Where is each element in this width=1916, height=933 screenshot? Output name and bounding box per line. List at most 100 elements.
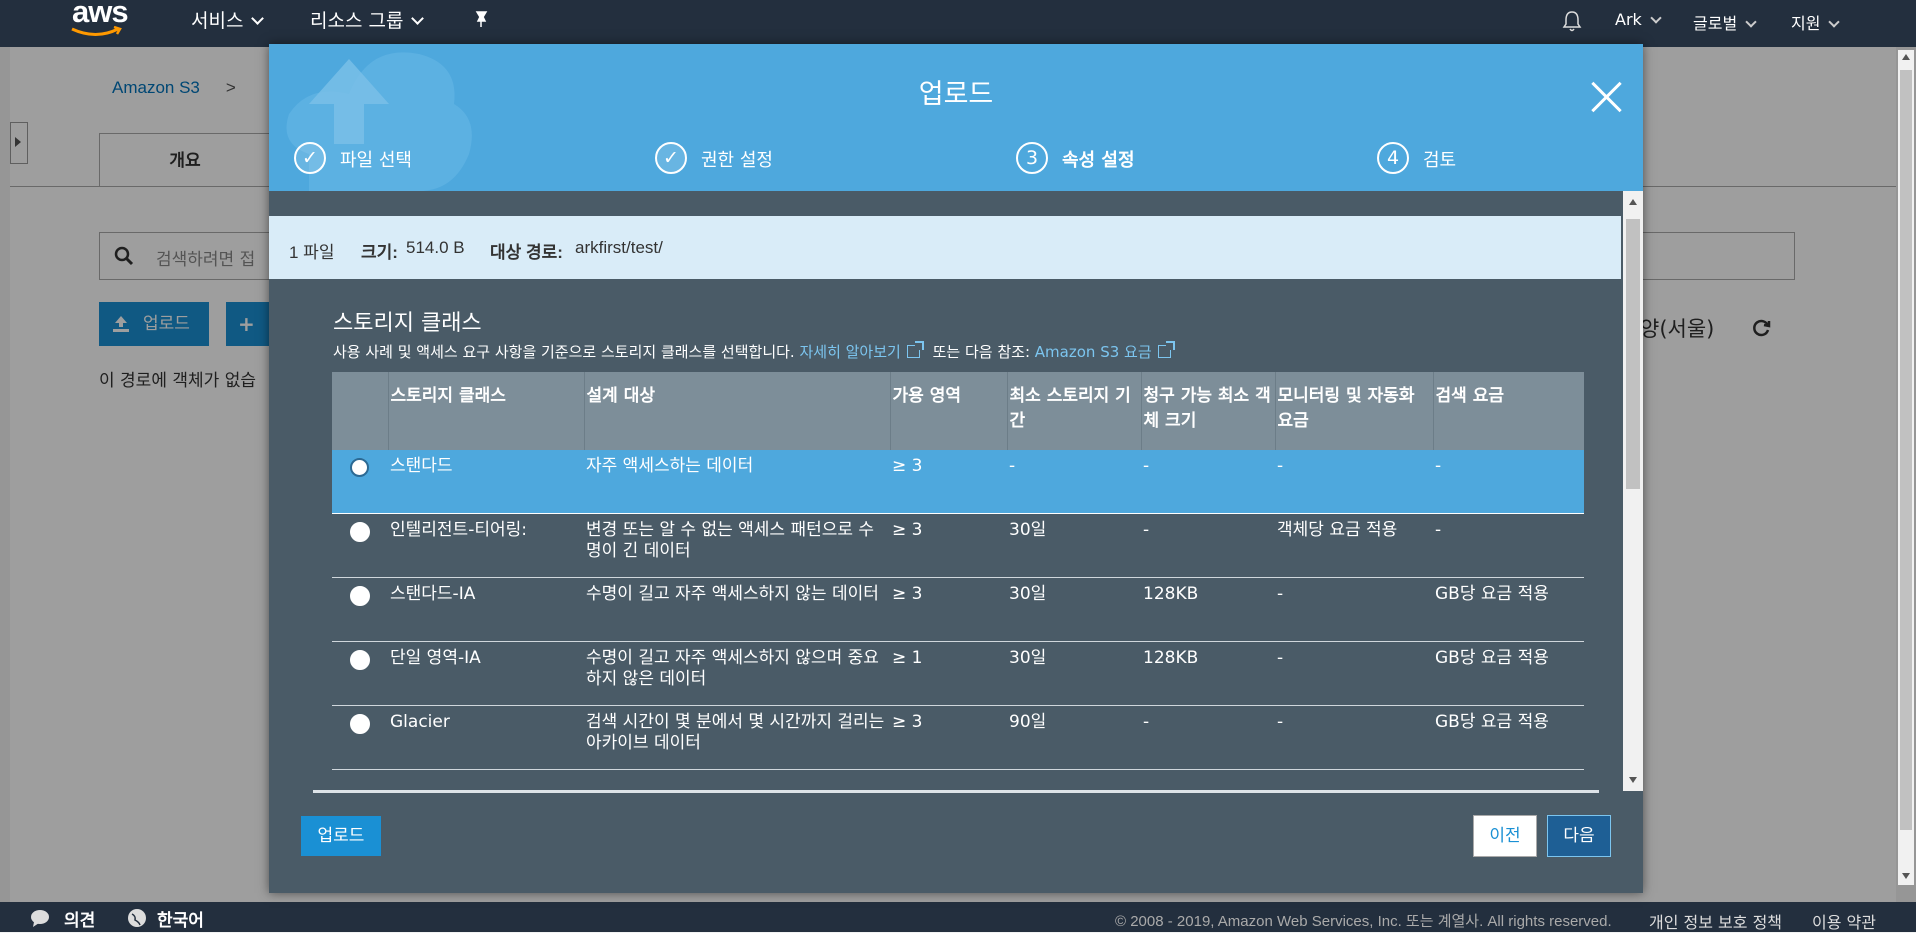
- scroll-down-icon[interactable]: [1629, 777, 1637, 783]
- table-cell: -: [1275, 577, 1433, 642]
- pricing-link[interactable]: Amazon S3 요금: [1035, 343, 1152, 361]
- feedback-link[interactable]: 의견: [64, 906, 95, 931]
- step-number-4: 4: [1377, 142, 1409, 174]
- chevron-down-icon: [411, 12, 425, 25]
- aws-logo[interactable]: aws: [70, 0, 129, 40]
- language-selector[interactable]: 한국어: [157, 906, 204, 931]
- radio-glacier[interactable]: [350, 714, 370, 734]
- table-cell: 128KB: [1141, 641, 1275, 706]
- scroll-up-icon[interactable]: [1902, 54, 1910, 60]
- destination-value: arkfirst/test/: [575, 238, 663, 257]
- close-icon[interactable]: [1589, 79, 1625, 115]
- radio-standard-ia[interactable]: [350, 586, 370, 606]
- modal-header: 업로드 ✓ 파일 선택 ✓ 권한 설정 3 속성 설정 4 검토: [269, 44, 1643, 191]
- table-cell: 30일: [1007, 577, 1141, 642]
- column-header-select: [332, 372, 388, 450]
- radio-one-zone-ia[interactable]: [350, 650, 370, 670]
- radio-standard[interactable]: [350, 458, 369, 477]
- table-cell: -: [1275, 450, 1433, 514]
- table-cell: -: [1275, 641, 1433, 706]
- table-cell: ≥ 1: [890, 641, 1007, 706]
- table-cell: 검색 시간이 몇 분에서 몇 시간까지 걸리는 아카이브 데이터: [584, 705, 890, 770]
- table-cell: -: [1141, 513, 1275, 578]
- modal-footer-divider: [313, 790, 1599, 793]
- table-row[interactable]: Glacier 검색 시간이 몇 분에서 몇 시간까지 걸리는 아카이브 데이터…: [332, 705, 1584, 770]
- table-cell: ≥ 3: [890, 705, 1007, 770]
- column-header: 스토리지 클래스: [387, 372, 584, 450]
- table-cell: 128KB: [1141, 577, 1275, 642]
- table-cell: 스탠다드-IA: [388, 577, 584, 642]
- storage-class-table: 스토리지 클래스 설계 대상 가용 영역 최소 스토리지 기간 청구 가능 최소…: [332, 372, 1584, 770]
- upload-submit-button[interactable]: 업로드: [301, 816, 381, 856]
- scroll-up-icon[interactable]: [1629, 199, 1637, 205]
- column-header: 가용 영역: [889, 372, 1007, 450]
- scroll-down-icon[interactable]: [1902, 873, 1910, 879]
- column-header: 검색 요금: [1432, 372, 1584, 450]
- page-footer: 의견 한국어 © 2008 - 2019, Amazon Web Service…: [0, 902, 1916, 932]
- table-cell: 변경 또는 알 수 없는 액세스 패턴으로 수명이 긴 데이터: [584, 513, 890, 578]
- modal-scrollbar[interactable]: [1623, 191, 1643, 791]
- table-cell: ≥ 3: [890, 513, 1007, 578]
- page-scrollbar-thumb[interactable]: [1900, 70, 1912, 830]
- size-label: 크기:: [361, 243, 398, 262]
- table-cell: 30일: [1007, 641, 1141, 706]
- table-header-row: 스토리지 클래스 설계 대상 가용 영역 최소 스토리지 기간 청구 가능 최소…: [332, 372, 1584, 450]
- account-menu[interactable]: Ark: [1615, 10, 1662, 29]
- table-cell: GB당 요금 적용: [1433, 641, 1584, 706]
- check-icon: ✓: [655, 142, 687, 174]
- chevron-down-icon: [1650, 12, 1662, 24]
- table-cell: -: [1433, 450, 1584, 514]
- support-menu[interactable]: 지원: [1791, 10, 1841, 34]
- chevron-down-icon: [1745, 16, 1757, 28]
- copyright-text: © 2008 - 2019, Amazon Web Services, Inc.…: [1115, 913, 1612, 930]
- table-cell: 객체당 요금 적용: [1275, 513, 1433, 578]
- table-cell: GB당 요금 적용: [1433, 577, 1584, 642]
- table-cell: ≥ 3: [890, 450, 1007, 514]
- column-header: 청구 가능 최소 객체 크기: [1140, 372, 1275, 450]
- table-cell: 30일: [1007, 513, 1141, 578]
- table-row[interactable]: 스탠다드-IA 수명이 길고 자주 액세스하지 않는 데이터 ≥ 3 30일 1…: [332, 577, 1584, 642]
- feedback-icon: [31, 910, 49, 927]
- file-count: 1 파일: [289, 243, 335, 262]
- aws-smile-icon: [71, 26, 122, 36]
- table-row[interactable]: 단일 영역-IA 수명이 길고 자주 액세스하지 않으며 중요하지 않은 데이터…: [332, 641, 1584, 706]
- size-value: 514.0 B: [406, 238, 465, 257]
- table-row[interactable]: 스탠다드 자주 액세스하는 데이터 ≥ 3 - - - -: [332, 450, 1584, 514]
- storage-class-description: 사용 사례 및 액세스 요구 사항을 기준으로 스토리지 클래스를 선택합니다.…: [333, 341, 1179, 362]
- table-cell: ≥ 3: [890, 577, 1007, 642]
- chevron-down-icon: [251, 12, 265, 25]
- table-cell: 수명이 길고 자주 액세스하지 않는 데이터: [584, 577, 890, 642]
- external-link-icon: [1157, 341, 1175, 358]
- table-row[interactable]: 인텔리전트-티어링: 변경 또는 알 수 없는 액세스 패턴으로 수명이 긴 데…: [332, 513, 1584, 578]
- table-cell: -: [1433, 513, 1584, 578]
- terms-link[interactable]: 이용 약관: [1812, 909, 1876, 933]
- table-cell: 자주 액세스하는 데이터: [584, 450, 890, 514]
- learn-more-link[interactable]: 자세히 알아보기: [799, 343, 900, 361]
- chevron-down-icon: [1828, 16, 1841, 28]
- check-icon: ✓: [294, 142, 326, 174]
- table-cell: -: [1275, 705, 1433, 770]
- pin-icon[interactable]: [472, 10, 490, 33]
- privacy-link[interactable]: 개인 정보 보호 정책: [1649, 909, 1782, 933]
- top-navigation-bar: aws 서비스 리소스 그룹 Ark 글로벌 지원: [0, 0, 1916, 47]
- globe-icon: [128, 909, 146, 927]
- storage-class-section: 스토리지 클래스 사용 사례 및 액세스 요구 사항을 기준으로 스토리지 클래…: [269, 279, 1621, 790]
- upload-modal: 업로드 ✓ 파일 선택 ✓ 권한 설정 3 속성 설정 4 검토 1 파일 크기…: [269, 44, 1643, 893]
- table-cell: 인텔리전트-티어링:: [388, 513, 584, 578]
- services-menu[interactable]: 서비스: [191, 6, 265, 33]
- previous-button[interactable]: 이전: [1473, 815, 1537, 857]
- bell-icon[interactable]: [1562, 10, 1582, 36]
- region-menu[interactable]: 글로벌: [1693, 10, 1757, 34]
- storage-class-title: 스토리지 클래스: [333, 311, 482, 336]
- page-scrollbar[interactable]: [1898, 50, 1914, 885]
- radio-intelligent-tiering[interactable]: [350, 522, 370, 542]
- table-cell: Glacier: [388, 705, 584, 770]
- column-header: 설계 대상: [583, 372, 890, 450]
- table-cell: 90일: [1007, 705, 1141, 770]
- next-button[interactable]: 다음: [1547, 815, 1611, 857]
- column-header: 최소 스토리지 기간: [1006, 372, 1141, 450]
- table-cell: -: [1141, 705, 1275, 770]
- table-cell: GB당 요금 적용: [1433, 705, 1584, 770]
- modal-scrollbar-thumb[interactable]: [1626, 219, 1640, 489]
- resource-groups-menu[interactable]: 리소스 그룹: [310, 6, 425, 33]
